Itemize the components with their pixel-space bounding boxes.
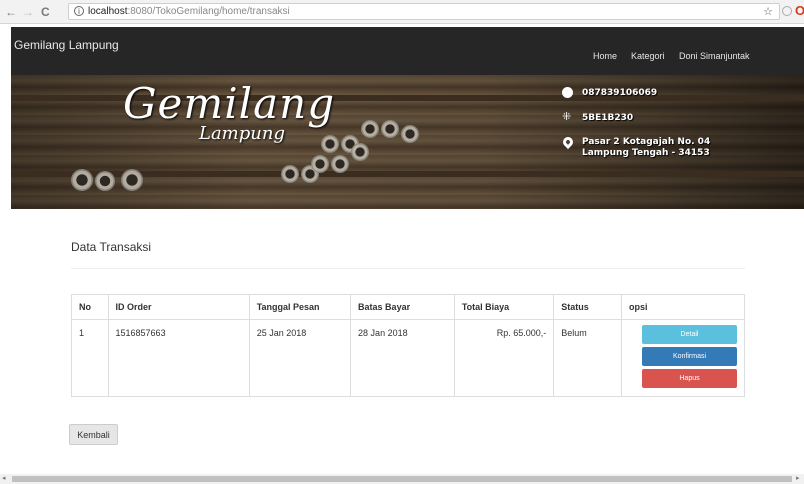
col-header-no: No	[71, 294, 109, 320]
site-navbar: Gemilang Lampung Home Kategori Doni Sima…	[11, 27, 804, 75]
reload-icon[interactable]: C	[41, 4, 50, 20]
hero-logo-subtitle: Lampung	[199, 123, 285, 144]
page-title: Data Transaksi	[71, 240, 152, 254]
pipe-decoration	[71, 169, 93, 191]
nav-link-home[interactable]: Home	[593, 51, 617, 61]
horizontal-scrollbar[interactable]: ◂ ▸	[0, 474, 804, 484]
back-button[interactable]: Kembali	[69, 424, 118, 445]
url-path: :8080/TokoGemilang/home/transaksi	[127, 6, 290, 17]
pipe-decoration	[331, 155, 349, 173]
table-row: 1 1516857663 25 Jan 2018 28 Jan 2018 Rp.…	[71, 319, 745, 397]
scrollbar-thumb[interactable]	[12, 476, 792, 482]
detail-button[interactable]: Detail	[642, 325, 737, 344]
pipe-decoration	[95, 171, 115, 191]
browser-toolbar: ← → C i localhost:8080/TokoGemilang/home…	[0, 0, 804, 24]
cell-tanggal: 25 Jan 2018	[248, 319, 352, 397]
col-header-status: Status	[553, 294, 622, 320]
bookmark-star-icon[interactable]: ☆	[763, 5, 773, 18]
col-header-total: Total Biaya	[453, 294, 555, 320]
url-host: localhost	[88, 6, 128, 17]
pipe-decoration	[381, 120, 399, 138]
cell-opsi: Detail Konfirmasi Hapus	[621, 319, 745, 397]
cell-no: 1	[71, 319, 109, 397]
scroll-left-icon[interactable]: ◂	[2, 474, 6, 484]
pipe-decoration	[121, 169, 143, 191]
table-header-row: No ID Order Tanggal Pesan Batas Bayar To…	[71, 294, 745, 320]
cell-status: Belum	[553, 319, 622, 397]
url-text: localhost:8080/TokoGemilang/home/transak…	[88, 6, 290, 18]
navbar-brand[interactable]: Gemilang Lampung	[14, 38, 119, 52]
konfirmasi-button[interactable]: Konfirmasi	[642, 347, 737, 366]
scroll-right-icon[interactable]: ▸	[796, 474, 800, 484]
nav-link-kategori[interactable]: Kategori	[631, 51, 665, 61]
cell-id-order: 1516857663	[107, 319, 250, 397]
nav-link-user[interactable]: Doni Simanjuntak	[679, 51, 750, 61]
divider	[71, 268, 745, 269]
map-pin-icon	[560, 134, 576, 150]
info-icon[interactable]: i	[74, 6, 84, 16]
hero-banner: Gemilang Lampung 087839106069 ⁜ 5BE1B230…	[11, 75, 804, 209]
pipe-decoration	[351, 143, 369, 161]
cell-batas: 28 Jan 2018	[350, 319, 455, 397]
col-header-opsi: opsi	[621, 294, 745, 320]
extension-icon[interactable]	[782, 6, 792, 16]
bbm-icon: ⁜	[562, 111, 572, 123]
col-header-tanggal: Tanggal Pesan	[248, 294, 352, 320]
pipe-decoration	[361, 120, 379, 138]
pipe-decoration	[401, 125, 419, 143]
cell-total: Rp. 65.000,-	[453, 319, 555, 397]
opera-extension-icon[interactable]: O	[795, 4, 804, 18]
contact-phone: 087839106069	[582, 88, 658, 98]
col-header-batas: Batas Bayar	[350, 294, 455, 320]
hero-logo-title: Gemilang	[123, 79, 336, 128]
forward-arrow-icon[interactable]: →	[22, 4, 34, 20]
pipe-decoration	[311, 155, 329, 173]
back-arrow-icon[interactable]: ←	[5, 4, 17, 20]
transactions-table: No ID Order Tanggal Pesan Batas Bayar To…	[71, 294, 745, 397]
col-header-id-order: ID Order	[107, 294, 250, 320]
contact-pin: 5BE1B230	[582, 113, 634, 123]
pipe-decoration	[321, 135, 339, 153]
contact-address-line2: Lampung Tengah - 34153	[582, 148, 710, 158]
contact-address-line1: Pasar 2 Kotagajah No. 04	[582, 137, 711, 147]
hapus-button[interactable]: Hapus	[642, 369, 737, 388]
pipe-decoration	[281, 165, 299, 183]
whatsapp-icon	[562, 87, 573, 98]
address-bar[interactable]: i localhost:8080/TokoGemilang/home/trans…	[68, 3, 780, 20]
